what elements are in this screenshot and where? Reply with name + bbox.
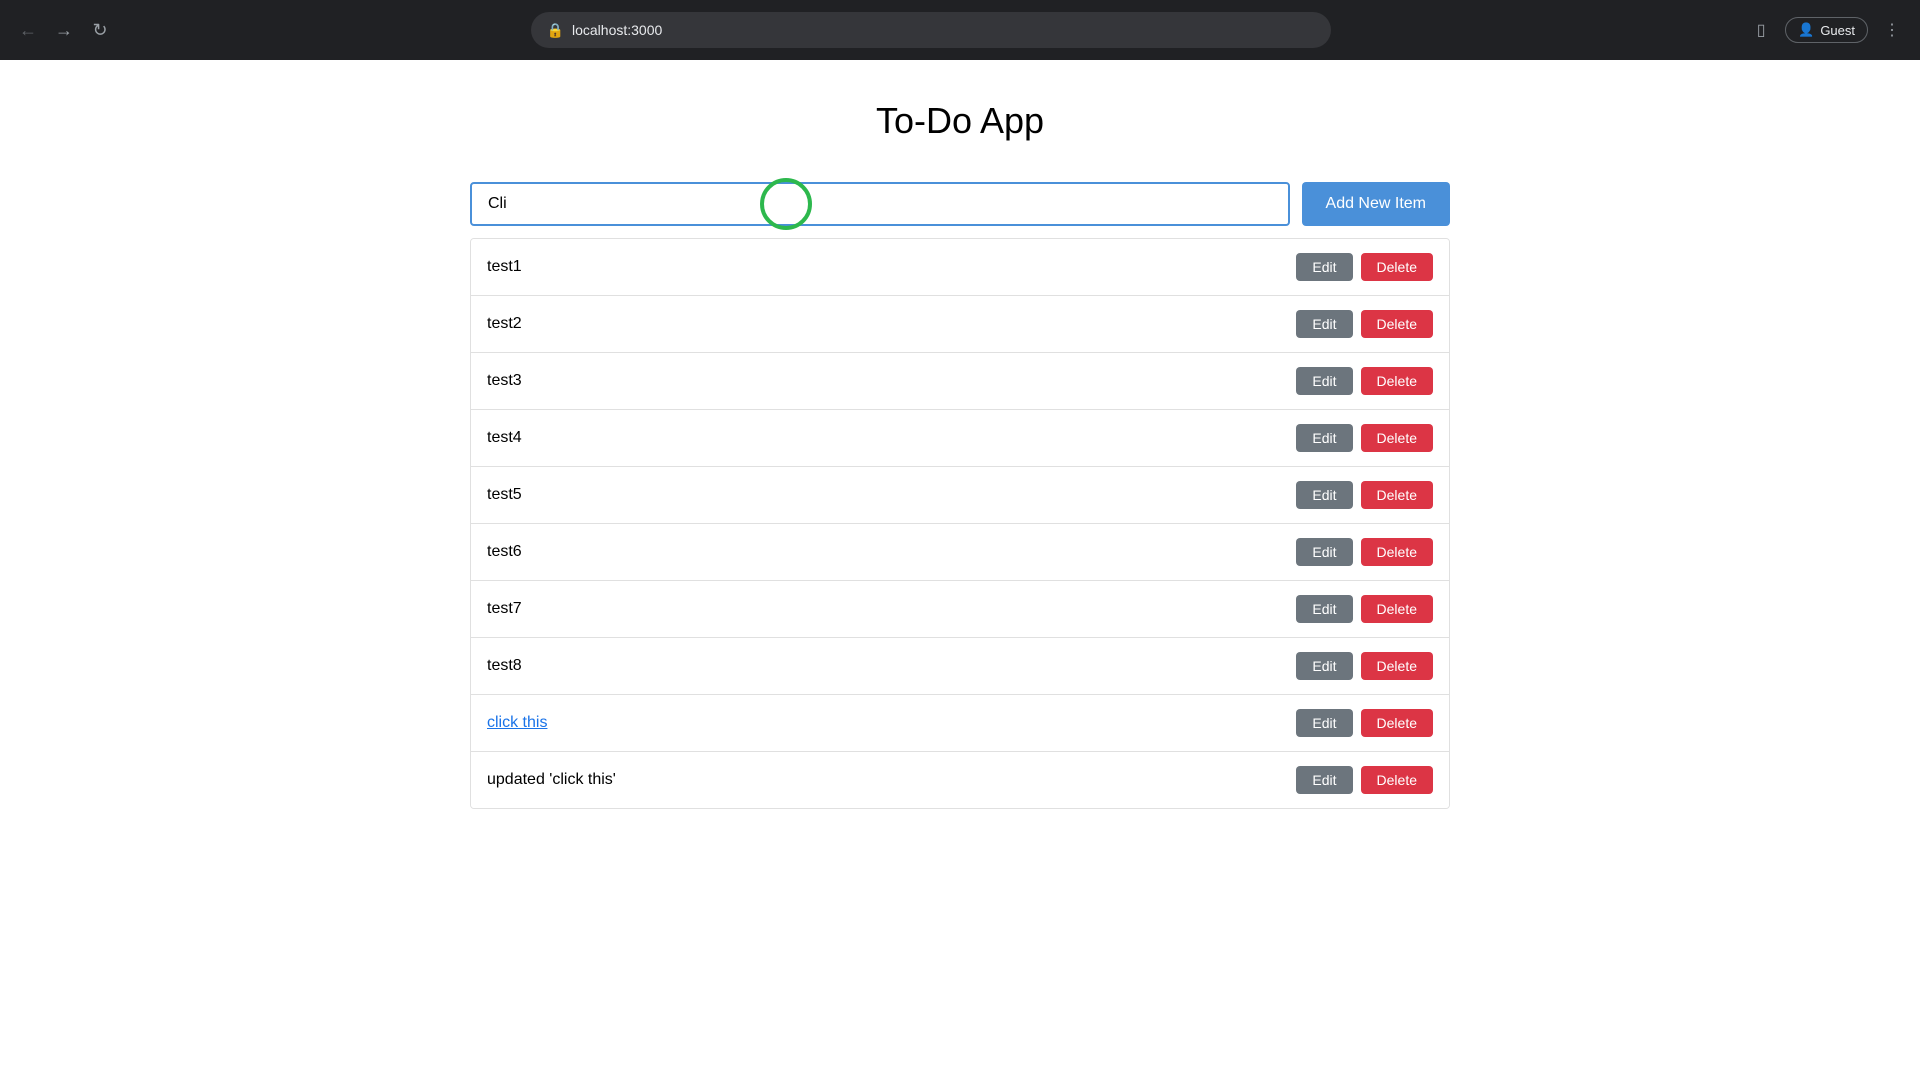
refresh-button[interactable]: ↻ (84, 14, 116, 46)
todo-item-actions-4: Edit Delete (1296, 424, 1433, 452)
edit-button-10[interactable]: Edit (1296, 766, 1352, 794)
todo-item-actions-9: Edit Delete (1296, 709, 1433, 737)
todo-item-actions-7: Edit Delete (1296, 595, 1433, 623)
back-button[interactable]: ← (12, 14, 44, 46)
app-title: To-Do App (20, 100, 1900, 142)
delete-button-10[interactable]: Delete (1361, 766, 1433, 794)
edit-button-7[interactable]: Edit (1296, 595, 1352, 623)
lock-icon: 🔒 (547, 22, 564, 39)
todo-item-actions-3: Edit Delete (1296, 367, 1433, 395)
app-content: To-Do App Add New Item test1 Edit Delete… (0, 60, 1920, 1080)
delete-button-3[interactable]: Delete (1361, 367, 1433, 395)
todo-item-text-8: test8 (487, 657, 522, 675)
todo-item-1: test1 Edit Delete (471, 239, 1449, 296)
delete-button-5[interactable]: Delete (1361, 481, 1433, 509)
todo-item-3: test3 Edit Delete (471, 353, 1449, 410)
delete-button-1[interactable]: Delete (1361, 253, 1433, 281)
todo-item-text-7: test7 (487, 600, 522, 618)
address-bar[interactable]: 🔒 localhost:3000 (531, 12, 1331, 48)
todo-item-text-10: updated 'click this' (487, 771, 616, 789)
todo-item-7: test7 Edit Delete (471, 581, 1449, 638)
todo-item-4: test4 Edit Delete (471, 410, 1449, 467)
todo-item-actions-10: Edit Delete (1296, 766, 1433, 794)
todo-item-actions-5: Edit Delete (1296, 481, 1433, 509)
menu-button[interactable]: ⋮ (1876, 14, 1908, 46)
delete-button-9[interactable]: Delete (1361, 709, 1433, 737)
browser-nav-buttons: ← → ↻ (12, 14, 116, 46)
todo-item-actions-8: Edit Delete (1296, 652, 1433, 680)
delete-button-6[interactable]: Delete (1361, 538, 1433, 566)
delete-button-4[interactable]: Delete (1361, 424, 1433, 452)
edit-button-3[interactable]: Edit (1296, 367, 1352, 395)
browser-right: ▯ 👤 Guest ⋮ (1745, 14, 1908, 46)
extensions-button[interactable]: ▯ (1745, 14, 1777, 46)
guest-button[interactable]: 👤 Guest (1785, 17, 1868, 43)
todo-item-text-6: test6 (487, 543, 522, 561)
todo-item-text-4: test4 (487, 429, 522, 447)
edit-button-8[interactable]: Edit (1296, 652, 1352, 680)
todo-item-8: test8 Edit Delete (471, 638, 1449, 695)
todo-item-5: test5 Edit Delete (471, 467, 1449, 524)
guest-label: Guest (1820, 23, 1855, 38)
edit-button-4[interactable]: Edit (1296, 424, 1352, 452)
input-row: Add New Item (470, 182, 1450, 226)
delete-button-8[interactable]: Delete (1361, 652, 1433, 680)
todo-item-text-3: test3 (487, 372, 522, 390)
browser-center: 🔒 localhost:3000 (124, 12, 1737, 48)
new-item-input[interactable] (470, 182, 1290, 226)
delete-button-7[interactable]: Delete (1361, 595, 1433, 623)
edit-button-9[interactable]: Edit (1296, 709, 1352, 737)
browser-chrome: ← → ↻ 🔒 localhost:3000 ▯ 👤 Guest ⋮ (0, 0, 1920, 60)
todo-item-text-1: test1 (487, 258, 522, 276)
todo-item-text-5: test5 (487, 486, 522, 504)
todo-item-10: updated 'click this' Edit Delete (471, 752, 1449, 808)
todo-item-actions-1: Edit Delete (1296, 253, 1433, 281)
todo-item-9: click this Edit Delete (471, 695, 1449, 752)
edit-button-2[interactable]: Edit (1296, 310, 1352, 338)
forward-button[interactable]: → (48, 14, 80, 46)
address-url: localhost:3000 (572, 22, 662, 38)
guest-icon: 👤 (1798, 22, 1814, 38)
todo-list: test1 Edit Delete test2 Edit Delete test… (470, 238, 1450, 809)
todo-item-6: test6 Edit Delete (471, 524, 1449, 581)
delete-button-2[interactable]: Delete (1361, 310, 1433, 338)
todo-item-actions-6: Edit Delete (1296, 538, 1433, 566)
todo-item-2: test2 Edit Delete (471, 296, 1449, 353)
todo-item-actions-2: Edit Delete (1296, 310, 1433, 338)
edit-button-6[interactable]: Edit (1296, 538, 1352, 566)
todo-item-text-9[interactable]: click this (487, 714, 547, 732)
add-new-item-button[interactable]: Add New Item (1302, 182, 1450, 226)
edit-button-1[interactable]: Edit (1296, 253, 1352, 281)
edit-button-5[interactable]: Edit (1296, 481, 1352, 509)
main-container: Add New Item test1 Edit Delete test2 Edi… (470, 182, 1450, 809)
todo-item-text-2: test2 (487, 315, 522, 333)
